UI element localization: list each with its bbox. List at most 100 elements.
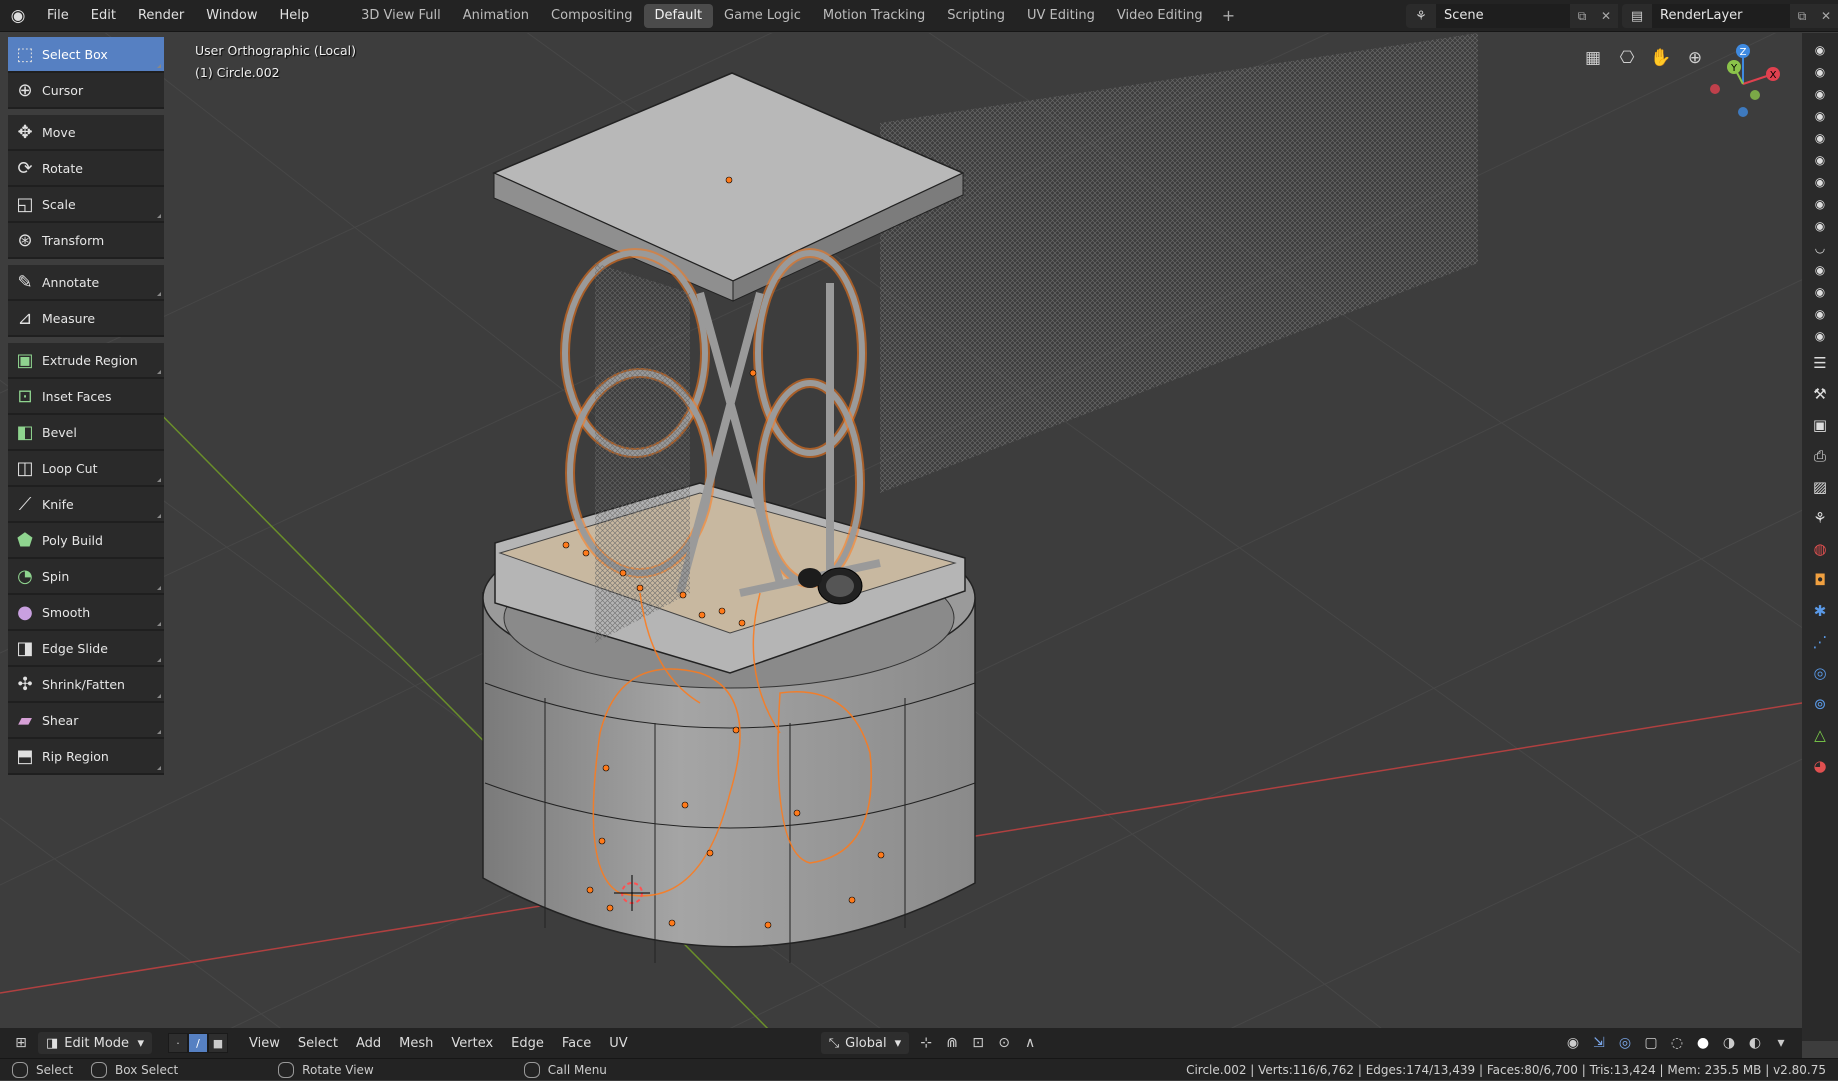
pivot-point-icon[interactable]: ⊹	[913, 1032, 939, 1054]
pan-hand-icon[interactable]: ✋	[1646, 43, 1676, 73]
constraints-icon[interactable]: ⊚	[1802, 688, 1838, 719]
eye-icon[interactable]: ◉	[1802, 83, 1838, 105]
tool-shear[interactable]: ▰ Shear	[8, 703, 164, 739]
tool-select-box[interactable]: ⬚ Select Box	[8, 37, 164, 73]
tab-animation[interactable]: Animation	[452, 4, 540, 28]
menu-mesh[interactable]: Mesh	[390, 1036, 442, 1051]
gizmo-neg-z[interactable]	[1738, 107, 1748, 117]
eye-icon[interactable]: ◉	[1802, 281, 1838, 303]
physics-icon[interactable]: ◎	[1802, 657, 1838, 688]
gizmo-toggle-icon[interactable]: ⇲	[1586, 1032, 1612, 1054]
tool-measure[interactable]: ⊿ Measure	[8, 301, 164, 337]
proportional-edit-icon[interactable]: ⊙	[991, 1032, 1017, 1054]
delete-render-layer-icon[interactable]: ✕	[1814, 4, 1838, 28]
tool-rotate[interactable]: ⟳ Rotate	[8, 151, 164, 187]
tab-uv-editing[interactable]: UV Editing	[1016, 4, 1106, 28]
delete-scene-icon[interactable]: ✕	[1594, 4, 1618, 28]
toggle-perspective-grid-icon[interactable]: ▦	[1578, 43, 1608, 73]
wireframe-shading-icon[interactable]: ◌	[1664, 1032, 1690, 1054]
gizmo-neg-y[interactable]	[1750, 90, 1760, 100]
menu-vertex[interactable]: Vertex	[442, 1036, 502, 1051]
rendered-shading-icon[interactable]: ◐	[1742, 1032, 1768, 1054]
menu-view[interactable]: View	[240, 1036, 289, 1051]
menu-window[interactable]: Window	[195, 0, 268, 32]
material-icon[interactable]: ◕	[1802, 750, 1838, 781]
tool-bevel[interactable]: ◧ Bevel	[8, 415, 164, 451]
tool-spin[interactable]: ◔ Spin	[8, 559, 164, 595]
menu-render[interactable]: Render	[127, 0, 195, 32]
tool-rip-region[interactable]: ⬒ Rip Region	[8, 739, 164, 775]
tool-transform[interactable]: ⊛ Transform	[8, 223, 164, 259]
eye-icon[interactable]: ◉	[1802, 325, 1838, 347]
scene-name-field[interactable]: Scene	[1436, 4, 1570, 28]
camera-view-icon[interactable]: ⎔	[1612, 43, 1642, 73]
mesh-plane[interactable]	[880, 33, 1478, 493]
tool-poly-build[interactable]: ⬟ Poly Build	[8, 523, 164, 559]
new-scene-icon[interactable]: ⧉	[1570, 4, 1594, 28]
solid-shading-icon[interactable]: ●	[1690, 1032, 1716, 1054]
tab-default[interactable]: Default	[643, 3, 714, 28]
eye-icon[interactable]: ◉	[1802, 149, 1838, 171]
blender-logo-icon[interactable]: ◉	[0, 0, 36, 32]
eye-icon[interactable]: ◉	[1802, 171, 1838, 193]
visibility-eye-icon[interactable]: ◉	[1560, 1032, 1586, 1054]
menu-face[interactable]: Face	[553, 1036, 600, 1051]
editor-type-icon[interactable]: ⊞	[8, 1032, 34, 1054]
tool-inset-faces[interactable]: ⊡ Inset Faces	[8, 379, 164, 415]
menu-file[interactable]: File	[36, 0, 80, 32]
xray-toggle-icon[interactable]: ▢	[1638, 1032, 1664, 1054]
tab-compositing[interactable]: Compositing	[540, 4, 644, 28]
tab-3d-view-full[interactable]: 3D View Full	[350, 4, 452, 28]
eye-icon[interactable]: ◉	[1802, 127, 1838, 149]
scene-canvas[interactable]	[0, 33, 1802, 1041]
snap-target-icon[interactable]: ⊡	[965, 1032, 991, 1054]
menu-uv[interactable]: UV	[600, 1036, 636, 1051]
shading-options-icon[interactable]: ▾	[1768, 1032, 1794, 1054]
eye-icon[interactable]: ◉	[1802, 193, 1838, 215]
eye-icon[interactable]: ◉	[1802, 303, 1838, 325]
falloff-curve-icon[interactable]: ∧	[1017, 1032, 1043, 1054]
eye-icon[interactable]: ◉	[1802, 61, 1838, 83]
snap-magnet-icon[interactable]: ⋒	[939, 1032, 965, 1054]
overlays-icon[interactable]: ◎	[1612, 1032, 1638, 1054]
material-shading-icon[interactable]: ◑	[1716, 1032, 1742, 1054]
tab-motion-tracking[interactable]: Motion Tracking	[812, 4, 936, 28]
menu-help[interactable]: Help	[269, 0, 321, 32]
vertex-select-button[interactable]: ·	[168, 1033, 188, 1053]
gizmo-neg-x[interactable]	[1710, 84, 1720, 94]
tool-shrink-fatten[interactable]: ✣ Shrink/Fatten	[8, 667, 164, 703]
tool-loop-cut[interactable]: ◫ Loop Cut	[8, 451, 164, 487]
scene-icon[interactable]: ⚘	[1406, 4, 1436, 28]
edge-select-button[interactable]: /	[188, 1033, 208, 1053]
tab-video-editing[interactable]: Video Editing	[1106, 4, 1214, 28]
tab-game-logic[interactable]: Game Logic	[713, 4, 812, 28]
new-render-layer-icon[interactable]: ⧉	[1790, 4, 1814, 28]
eye-icon[interactable]: ◉	[1802, 215, 1838, 237]
world-icon[interactable]: ◍	[1802, 533, 1838, 564]
tool-extrude-region[interactable]: ▣ Extrude Region	[8, 343, 164, 379]
menu-edge[interactable]: Edge	[502, 1036, 553, 1051]
view-layer-icon[interactable]: ▨	[1802, 471, 1838, 502]
render-layer-icon[interactable]: ▤	[1622, 4, 1652, 28]
menu-edit[interactable]: Edit	[80, 0, 127, 32]
navigation-gizmo[interactable]: Z X Y	[1698, 39, 1788, 129]
tool-smooth[interactable]: ● Smooth	[8, 595, 164, 631]
add-workspace-button[interactable]: +	[1214, 6, 1243, 25]
scene-props-icon[interactable]: ⚘	[1802, 502, 1838, 533]
eye-closed-icon[interactable]: ◡	[1802, 237, 1838, 259]
3d-viewport[interactable]: User Orthographic (Local) (1) Circle.002…	[0, 33, 1802, 1041]
tab-scripting[interactable]: Scripting	[936, 4, 1016, 28]
eye-icon[interactable]: ◉	[1802, 39, 1838, 61]
render-layer-name-field[interactable]: RenderLayer	[1652, 4, 1790, 28]
mode-dropdown[interactable]: ◨ Edit Mode ▾	[38, 1032, 152, 1054]
tool-settings-icon[interactable]: ⚒	[1802, 378, 1838, 409]
outliner-icon[interactable]: ☰	[1802, 347, 1838, 378]
face-select-button[interactable]: ■	[208, 1033, 228, 1053]
output-icon[interactable]: ⎙	[1802, 440, 1838, 471]
tool-scale[interactable]: ◱ Scale	[8, 187, 164, 223]
render-icon[interactable]: ▣	[1802, 409, 1838, 440]
mesh-data-icon[interactable]: △	[1802, 719, 1838, 750]
menu-select[interactable]: Select	[289, 1036, 347, 1051]
eye-icon[interactable]: ◉	[1802, 259, 1838, 281]
tool-annotate[interactable]: ✎ Annotate	[8, 265, 164, 301]
